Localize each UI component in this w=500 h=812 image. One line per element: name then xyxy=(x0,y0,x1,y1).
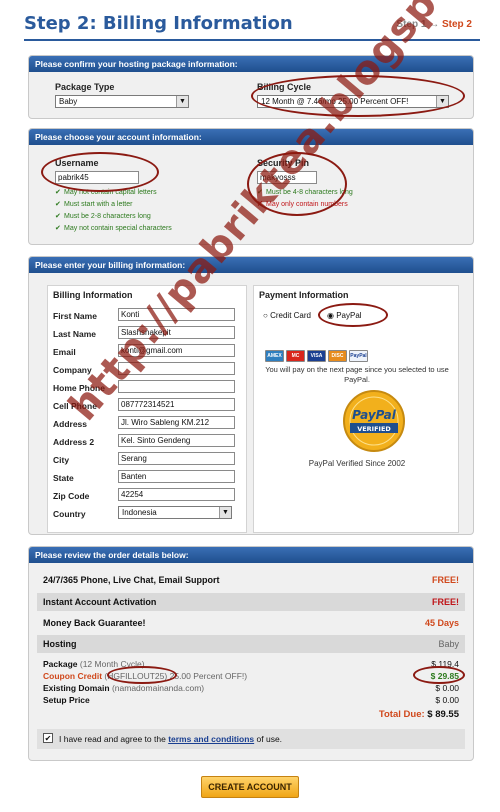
order-row-support: 24/7/365 Phone, Live Chat, Email Support… xyxy=(43,575,459,585)
country-label: Country xyxy=(53,509,86,519)
visa-card-icon: VISA xyxy=(307,350,326,362)
field-label: City xyxy=(53,455,70,465)
field-label: State xyxy=(53,473,74,483)
city-input[interactable]: Serang xyxy=(118,452,235,465)
country-value: Indonesia xyxy=(122,508,157,517)
state-input[interactable]: Banten xyxy=(118,470,235,483)
existing-domain-line: Existing Domain (namadomainanda.com) xyxy=(43,683,205,693)
paypal-note: You will pay on the next page since you … xyxy=(265,365,449,384)
field-label: Zip Code xyxy=(53,491,90,501)
account-panel-heading: Please choose your account information: xyxy=(29,129,473,145)
billing-panel-heading: Please enter your billing information: xyxy=(29,257,473,273)
billing-info-title: Billing Information xyxy=(53,290,133,300)
order-panel: Please review the order details below: 2… xyxy=(28,546,474,761)
create-account-button[interactable]: CREATE ACCOUNT xyxy=(201,776,299,798)
coupon-line: Coupon Credit (HGFILLOUT25) 25.00 Percen… xyxy=(43,671,248,681)
field-label: Email xyxy=(53,347,76,357)
username-rule: ✔ Must start with a letter xyxy=(55,201,133,208)
paypal-verified-seal-icon: PayPal VERIFIED xyxy=(343,390,405,452)
chevron-down-icon: ▼ xyxy=(176,96,188,107)
check-icon: ✔ xyxy=(55,201,61,208)
step-2: Step 2 xyxy=(441,19,472,30)
paypal-option[interactable]: ◉ PayPal xyxy=(327,311,362,320)
field-label: Address 2 xyxy=(53,437,95,447)
username-input[interactable]: pabrik45 xyxy=(55,171,139,184)
order-row-hosting: Hosting Baby xyxy=(37,635,465,653)
setup-price-label: Setup Price xyxy=(43,695,90,705)
setup-price: $ 0.00 xyxy=(435,695,459,705)
total-due: Total Due: $ 89.55 xyxy=(378,709,459,720)
order-row-guarantee: Money Back Guarantee! 45 Days xyxy=(43,618,459,628)
page-title: Step 2: Billing Information xyxy=(24,13,293,34)
order-row-activation: Instant Account Activation FREE! xyxy=(37,593,465,611)
svg-text:PayPal: PayPal xyxy=(352,408,397,422)
package-line: Package (12 Month Cycle) xyxy=(43,659,145,669)
paypal-verified-since: PayPal Verified Since 2002 xyxy=(308,459,406,468)
radio-unchecked-icon: ○ xyxy=(263,311,268,320)
package-type-value: Baby xyxy=(59,97,78,106)
field-label: Address xyxy=(53,419,88,429)
package-type-label: Package Type xyxy=(55,82,115,92)
terms-link[interactable]: terms and conditions xyxy=(168,734,254,744)
terms-row: ✔ I have read and agree to the terms and… xyxy=(37,729,465,749)
payment-info-title: Payment Information xyxy=(259,290,349,300)
home-phone-input[interactable] xyxy=(118,380,235,393)
check-icon: ✔ xyxy=(55,225,61,232)
username-rule: ✔ May not contain capital letters xyxy=(55,189,157,196)
check-icon: ✔ xyxy=(55,213,61,220)
billing-cycle-label: Billing Cycle xyxy=(257,82,312,92)
package-panel: Please confirm your hosting package info… xyxy=(28,55,474,119)
username-rule: ✔ Must be 2-8 characters long xyxy=(55,213,151,220)
package-price: $ 119.4 xyxy=(431,659,459,669)
check-icon: ✔ xyxy=(55,189,61,196)
credit-card-option[interactable]: ○ Credit Card xyxy=(263,311,311,320)
address-2-input[interactable]: Kel. Sinto Gendeng xyxy=(118,434,235,447)
address-input[interactable]: Jl. Wiro Sableng KM.212 xyxy=(118,416,235,429)
existing-domain-price: $ 0.00 xyxy=(435,683,459,693)
terms-checkbox[interactable]: ✔ xyxy=(43,733,53,743)
username-label: Username xyxy=(55,158,99,168)
svg-text:VERIFIED: VERIFIED xyxy=(357,425,391,433)
mastercard-icon: MC xyxy=(286,350,305,362)
paypal-card-icon: PayPal xyxy=(349,350,368,362)
field-label: First Name xyxy=(53,311,97,321)
package-type-select[interactable]: Baby ▼ xyxy=(55,95,189,108)
terms-text: I have read and agree to the terms and c… xyxy=(59,734,283,744)
zip-code-input[interactable]: 42254 xyxy=(118,488,235,501)
country-select[interactable]: Indonesia ▼ xyxy=(118,506,232,519)
coupon-credit-amount: $ 29.85 xyxy=(430,671,459,681)
amex-card-icon: AMEX xyxy=(265,350,284,362)
username-rule: ✔ May not contain special characters xyxy=(55,225,172,232)
chevron-down-icon: ▼ xyxy=(219,507,231,518)
field-label: Last Name xyxy=(53,329,96,339)
order-panel-heading: Please review the order details below: xyxy=(29,547,473,563)
cell-phone-input[interactable]: 087772314521 xyxy=(118,398,235,411)
discover-card-icon: DISC xyxy=(328,350,347,362)
radio-checked-icon: ◉ xyxy=(327,311,334,320)
chevron-down-icon: ▼ xyxy=(436,96,448,107)
